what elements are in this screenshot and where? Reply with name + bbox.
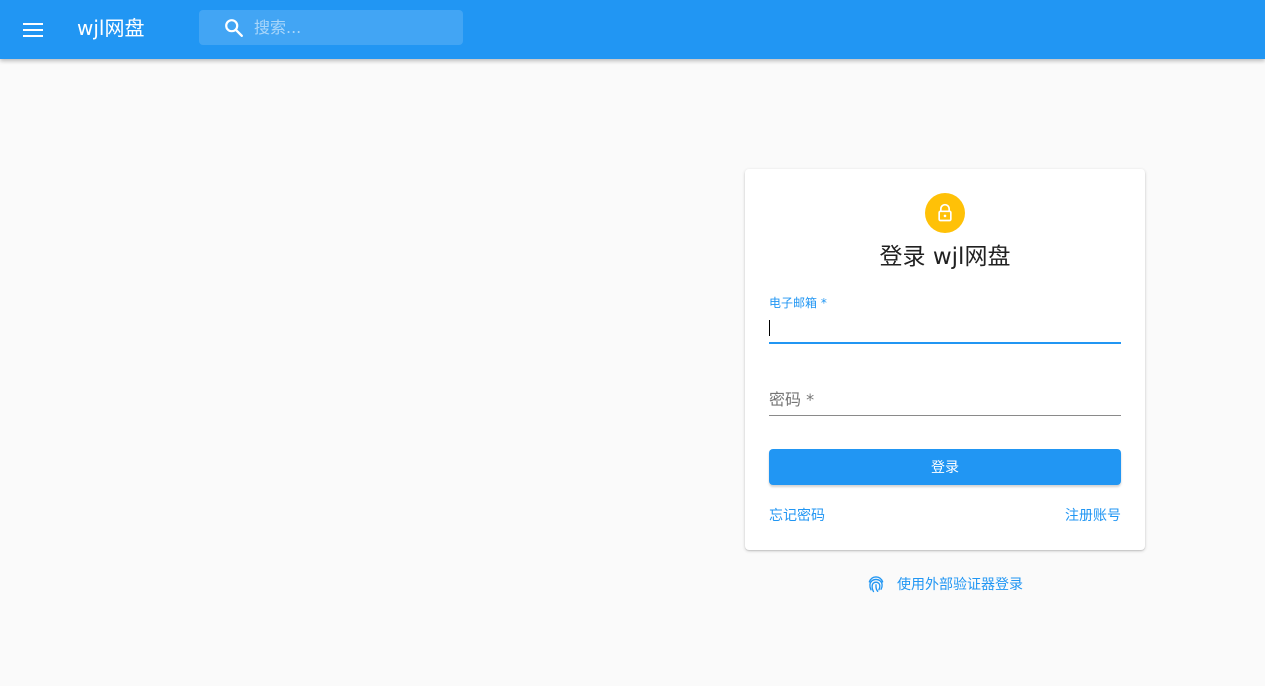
text-cursor [769, 320, 770, 336]
email-label: 电子邮箱 * [769, 296, 827, 310]
menu-icon [23, 23, 43, 37]
password-underline [769, 415, 1121, 416]
search-icon [225, 19, 243, 37]
email-underline [769, 342, 1121, 344]
password-label: 密码 * [769, 390, 815, 409]
login-title: 登录 wjl网盘 [879, 244, 1011, 270]
password-field[interactable]: 密码 * [769, 384, 1121, 418]
fingerprint-icon [868, 576, 884, 593]
email-field[interactable]: 电子邮箱 * [769, 295, 1121, 345]
search-box [199, 10, 463, 45]
external-login-label: 使用外部验证器登录 [897, 577, 1023, 593]
lock-avatar [925, 193, 965, 233]
register-link[interactable]: 注册账号 [1065, 507, 1121, 525]
app-title[interactable]: wjl网盘 [77, 14, 144, 42]
search-input[interactable] [254, 10, 454, 45]
login-button[interactable]: 登录 [769, 449, 1121, 485]
forgot-password-link[interactable]: 忘记密码 [769, 507, 825, 525]
external-login-button[interactable]: 使用外部验证器登录 [866, 572, 1023, 596]
menu-button[interactable] [14, 11, 52, 49]
login-card: 登录 wjl网盘 电子邮箱 * 密码 * 登录 忘记密码 注册账号 [745, 169, 1145, 550]
lock-icon [938, 203, 952, 222]
app-bar: wjl网盘 [0, 0, 1265, 59]
